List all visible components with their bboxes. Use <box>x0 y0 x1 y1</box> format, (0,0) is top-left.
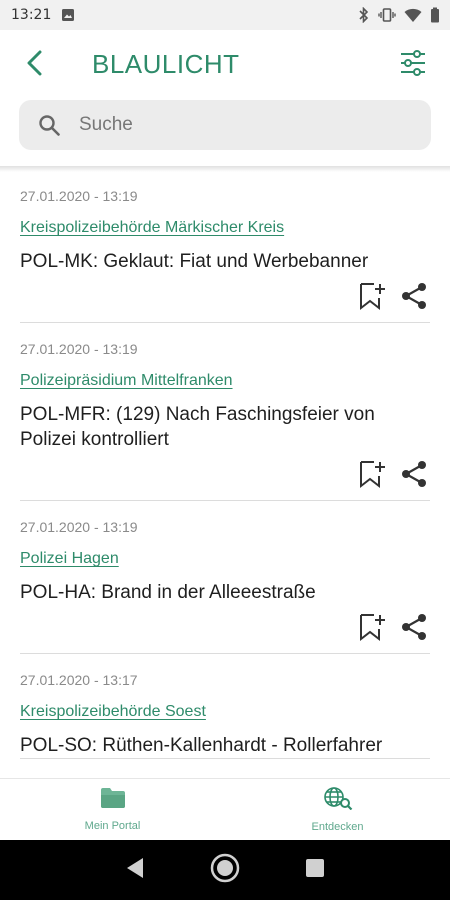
bluetooth-icon <box>358 7 370 23</box>
bottom-navigation: Mein Portal Entdecken <box>0 778 450 840</box>
globe-search-icon <box>323 786 353 815</box>
back-button[interactable] <box>20 50 50 80</box>
bookmark-add-button[interactable] <box>356 460 388 492</box>
bookmark-add-icon <box>357 612 387 647</box>
circle-home-icon <box>210 853 240 888</box>
filter-button[interactable] <box>396 48 430 82</box>
article-headline[interactable]: POL-HA: Brand in der Alleeestraße <box>20 580 430 605</box>
article-date: 27.01.2020 - 13:19 <box>20 188 138 204</box>
bookmark-add-icon <box>357 459 387 494</box>
share-button[interactable] <box>398 613 430 645</box>
article-card[interactable]: 27.01.2020 - 13:19 Kreispolizeibehörde M… <box>20 170 430 323</box>
share-icon <box>400 613 428 646</box>
article-headline[interactable]: POL-MFR: (129) Nach Faschingsfeier von P… <box>20 402 430 452</box>
article-source-link[interactable]: Kreispolizeibehörde Märkischer Kreis <box>20 219 284 237</box>
system-back-button[interactable] <box>115 850 155 890</box>
search-icon <box>35 111 63 139</box>
nav-item-mein-portal[interactable]: Mein Portal <box>0 779 225 840</box>
share-icon <box>400 282 428 315</box>
search-bar[interactable] <box>19 100 431 150</box>
triangle-back-icon <box>125 857 145 884</box>
page-title: BLAULICHT <box>92 49 240 79</box>
article-source-link[interactable]: Kreispolizeibehörde Soest <box>20 703 206 721</box>
vibrate-icon <box>378 7 396 23</box>
article-headline[interactable]: POL-SO: Rüthen-Kallenhardt - Rollerfahre… <box>20 733 430 758</box>
search-input[interactable] <box>79 114 399 136</box>
article-date: 27.01.2020 - 13:17 <box>20 672 138 688</box>
status-bar: 13:21 <box>0 0 450 30</box>
nav-item-label: Mein Portal <box>84 820 141 832</box>
article-feed[interactable]: 27.01.2020 - 13:19 Kreispolizeibehörde M… <box>0 170 450 778</box>
article-date: 27.01.2020 - 13:19 <box>20 519 138 535</box>
article-card[interactable]: 27.01.2020 - 13:19 Polizeipräsidium Mitt… <box>20 323 430 501</box>
wifi-icon <box>404 8 422 23</box>
status-time: 13:21 <box>11 7 52 23</box>
article-date: 27.01.2020 - 13:19 <box>20 341 138 357</box>
article-actions <box>20 452 430 500</box>
app-bar: BLAULICHT <box>0 30 450 100</box>
article-actions <box>20 605 430 653</box>
system-recents-button[interactable] <box>295 850 335 890</box>
article-source-link[interactable]: Polizeipräsidium Mittelfranken <box>20 372 233 390</box>
nav-item-entdecken[interactable]: Entdecken <box>225 779 450 840</box>
chevron-left-icon <box>26 50 44 81</box>
article-card[interactable]: 27.01.2020 - 13:19 Polizei Hagen POL-HA:… <box>20 501 430 654</box>
sliders-icon <box>399 49 427 82</box>
image-notification-icon <box>61 8 75 22</box>
share-button[interactable] <box>398 282 430 314</box>
bookmark-add-icon <box>357 281 387 316</box>
folder-icon <box>100 787 126 814</box>
share-icon <box>400 460 428 493</box>
bookmark-add-button[interactable] <box>356 613 388 645</box>
nav-item-label: Entdecken <box>311 821 364 833</box>
system-home-button[interactable] <box>205 850 245 890</box>
article-actions <box>20 274 430 322</box>
article-card[interactable]: 27.01.2020 - 13:17 Kreispolizeibehörde S… <box>20 654 430 759</box>
battery-icon <box>430 7 440 23</box>
system-navigation-bar <box>0 840 450 900</box>
bookmark-add-button[interactable] <box>356 282 388 314</box>
article-source-link[interactable]: Polizei Hagen <box>20 550 119 568</box>
square-recents-icon <box>305 858 325 883</box>
article-headline[interactable]: POL-MK: Geklaut: Fiat und Werbebanner <box>20 249 430 274</box>
share-button[interactable] <box>398 460 430 492</box>
